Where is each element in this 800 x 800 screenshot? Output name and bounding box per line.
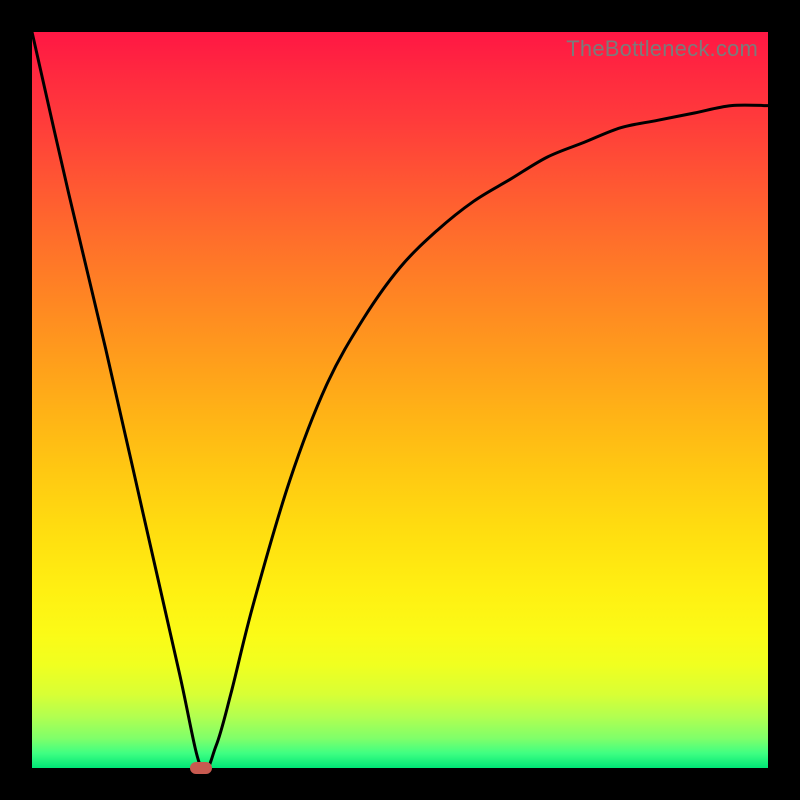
plot-area: TheBottleneck.com — [32, 32, 768, 768]
chart-frame: TheBottleneck.com — [0, 0, 800, 800]
optimal-point-marker — [190, 762, 212, 774]
bottleneck-curve — [32, 32, 768, 768]
curve-svg — [32, 32, 768, 768]
